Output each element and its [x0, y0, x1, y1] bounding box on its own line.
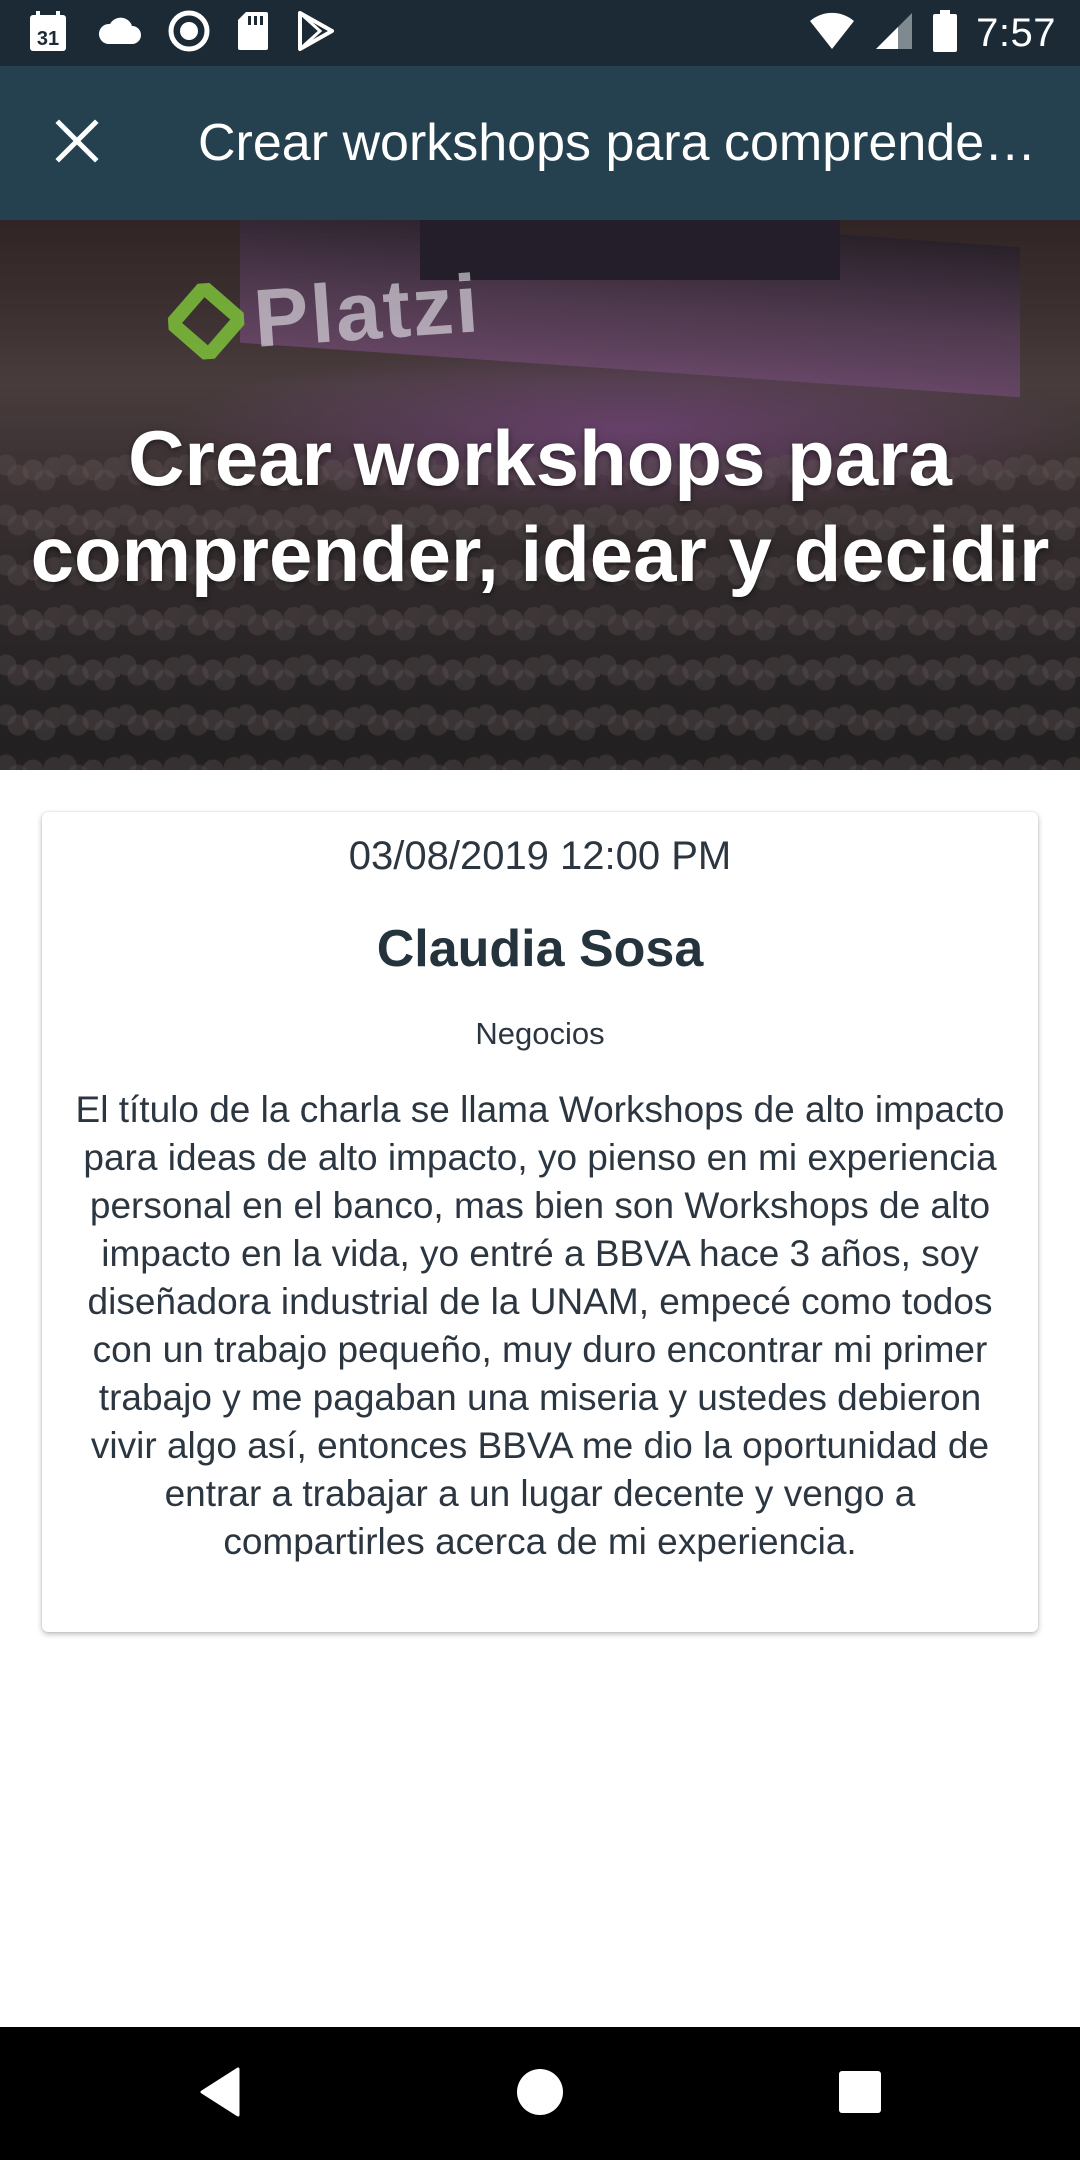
- back-button[interactable]: [150, 2027, 290, 2160]
- app-bar-title: Crear workshops para comprender, idear y…: [198, 114, 1040, 172]
- back-icon: [198, 2067, 242, 2121]
- talk-datetime: 03/08/2019 12:00 PM: [348, 834, 732, 878]
- talk-category: Negocios: [475, 1016, 605, 1051]
- status-left: 31: [26, 10, 336, 56]
- calendar-icon: 31: [26, 9, 70, 57]
- home-button[interactable]: [470, 2027, 610, 2160]
- close-icon: [55, 119, 99, 167]
- wifi-icon: [808, 11, 856, 55]
- speaker-name: Claudia Sosa: [376, 920, 704, 978]
- recents-icon: [838, 2070, 882, 2118]
- hero-banner: Platzi Crear workshops para comprender, …: [0, 220, 1080, 770]
- calendar-day-text: 31: [37, 28, 59, 50]
- talk-description: El título de la charla se llama Workshop…: [75, 1089, 1005, 1562]
- talk-detail-card: 03/08/2019 12:00 PM Claudia Sosa Negocio…: [42, 812, 1038, 1632]
- navigation-bar: [0, 2027, 1080, 2160]
- close-button[interactable]: [44, 110, 110, 176]
- play-store-icon: [296, 10, 336, 56]
- platzi-logo-text: Platzi: [250, 258, 483, 365]
- home-icon: [516, 2068, 564, 2120]
- hero-title: Crear workshops para comprender, idear y…: [30, 414, 1050, 598]
- cell-signal-icon: [874, 11, 914, 55]
- app-bar: Crear workshops para comprender, idear y…: [0, 66, 1080, 220]
- platzi-logo-icon: [165, 280, 248, 366]
- status-right: 7:57: [808, 10, 1056, 56]
- status-bar: 31 7:57: [0, 0, 1080, 66]
- sd-card-icon: [236, 10, 270, 56]
- battery-icon: [932, 10, 958, 56]
- status-time: 7:57: [976, 10, 1056, 55]
- cloud-icon: [96, 14, 142, 52]
- recents-button[interactable]: [790, 2027, 930, 2160]
- screen: 31 7:57 Crear workshops para comprender,…: [0, 0, 1080, 2160]
- record-icon: [168, 10, 210, 56]
